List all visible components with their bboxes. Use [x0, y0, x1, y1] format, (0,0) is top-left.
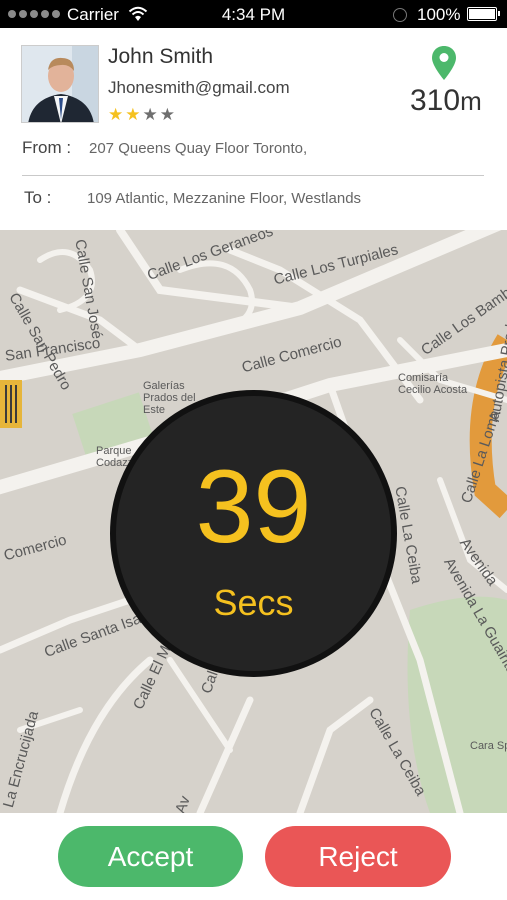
countdown-unit: Secs: [213, 582, 294, 623]
battery-percent: 100%: [417, 5, 461, 24]
star-empty-icon: ★: [142, 105, 158, 125]
location-pin-icon: [432, 46, 456, 80]
action-bar: Accept Reject: [0, 813, 507, 900]
map-label: Cara Sports: [470, 740, 507, 752]
rider-name: John Smith: [108, 45, 214, 68]
orientation-lock-icon: [393, 8, 407, 22]
accept-button[interactable]: Accept: [58, 826, 243, 887]
rating-stars: ★ ★ ★ ★: [108, 106, 175, 124]
from-address: 207 Queens Quay Floor Toronto,: [89, 140, 308, 157]
rider-card: John Smith Jhonesmith@gmail.com ★ ★ ★ ★ 310…: [0, 28, 507, 230]
from-label: From :: [22, 138, 72, 157]
distance-value: 310: [410, 84, 461, 117]
divider: [22, 175, 484, 176]
battery-icon: [467, 7, 500, 21]
countdown-value: 39: [195, 449, 312, 565]
distance: 310m: [410, 84, 482, 118]
to-address: 109 Atlantic, Mezzanine Floor, Westlands: [87, 190, 362, 207]
star-filled-icon: ★: [125, 105, 141, 125]
to-label: To :: [24, 188, 52, 207]
countdown-timer: 39 Secs: [110, 390, 397, 677]
map-label: Comisaría Cecilio Acosta: [398, 372, 468, 396]
avatar: [21, 45, 99, 123]
star-empty-icon: ★: [159, 105, 175, 125]
status-bar: Carrier 4:34 PM 100%: [0, 0, 507, 28]
distance-unit: m: [460, 86, 482, 116]
reject-button[interactable]: Reject: [265, 826, 451, 887]
rider-email: Jhonesmith@gmail.com: [108, 78, 290, 97]
star-filled-icon: ★: [108, 105, 124, 125]
